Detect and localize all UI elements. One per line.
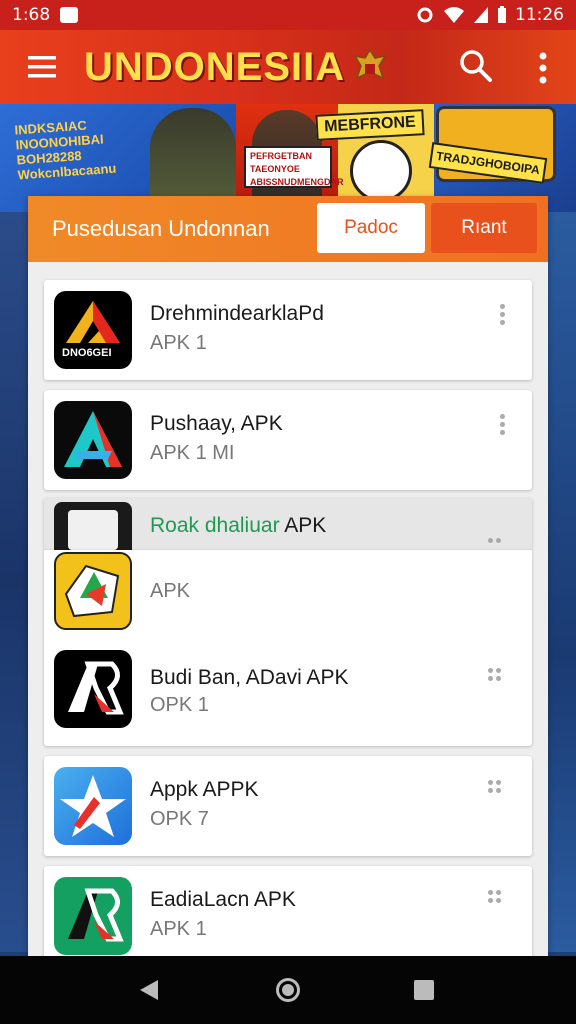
app-version: APK 1 [150, 918, 207, 940]
ar-logo-icon [68, 888, 124, 942]
panel-header: Pusedusan Undonnan Padoc Rıant [28, 196, 548, 262]
app-name: DrehmindearklaPd [150, 302, 324, 325]
status-time: 1:68 [12, 5, 51, 25]
wifi-icon [444, 7, 464, 23]
app-version: APK 1 [150, 332, 207, 354]
app-icon [54, 650, 132, 728]
app-list-item[interactable]: DNO6GEI DrehmindearklaPd APK 1 [44, 280, 532, 380]
app-icon-screen [68, 510, 118, 550]
star-logo-icon [60, 775, 126, 837]
app-list-item[interactable]: Budi Ban, ADavi APK OPK 1 [44, 646, 532, 746]
triangle-logo-icon [64, 411, 122, 467]
panel-title: Pusedusan Undonnan [52, 216, 270, 241]
app-version: APK 1 MI [150, 442, 235, 464]
app-name: Pushaay, APK [150, 412, 283, 435]
banner-left-text: INDKSAIAC INOONOHIBAI BOH28288 Wokcnlbac… [14, 117, 117, 183]
overflow-menu-button[interactable] [528, 50, 558, 86]
app-list-item[interactable]: EadiaLacn APK APK 1 [44, 866, 532, 966]
drag-handle-icon[interactable] [488, 780, 504, 796]
app-list-item[interactable]: Appk APPK OPK 7 [44, 756, 532, 856]
app-name-suffix: APK [284, 514, 327, 537]
drag-handle-icon[interactable] [488, 668, 504, 684]
more-vert-icon [539, 52, 547, 84]
app-bar: UNDONESIIA [0, 30, 576, 104]
app-icon [54, 877, 132, 955]
ar-logo-icon [68, 661, 124, 715]
app-list-item[interactable]: Pushaay, APK APK 1 MI [44, 390, 532, 490]
app-icon [54, 401, 132, 479]
back-icon[interactable] [140, 980, 158, 1000]
status-bar: 1:68 11:26 [0, 0, 576, 30]
search-button[interactable] [458, 48, 494, 84]
drag-handle-icon[interactable] [488, 890, 504, 906]
home-icon[interactable] [276, 978, 300, 1002]
item-more-icon[interactable] [497, 414, 507, 436]
app-icon [54, 552, 132, 630]
app-icon [54, 502, 132, 550]
garuda-emblem-icon [353, 48, 387, 80]
app-version: APK [150, 580, 191, 602]
background-art-right [548, 212, 576, 952]
app-name: Appk APPK [150, 778, 259, 801]
settings-icon [417, 7, 433, 23]
app-icon: DNO6GEI [54, 291, 132, 369]
app-name: EadiaLacn APK [150, 888, 296, 911]
primary-action-button[interactable]: Padoc [317, 203, 425, 253]
hamburger-icon [28, 56, 56, 78]
app-name: Roak dhaliuar APK [150, 514, 326, 538]
notification-icon [60, 7, 79, 23]
search-icon [460, 50, 492, 82]
app-name: Budi Ban, ADavi APK [150, 666, 349, 689]
recent-apps-icon[interactable] [414, 980, 434, 1000]
banner-caption: PEFRGETBAN TAEONYOE ABISSNUDMENGDAR [244, 146, 344, 188]
app-icon [54, 767, 132, 845]
app-list-item[interactable]: APK [44, 550, 532, 642]
app-name-highlight: Roak dhaliuar [150, 514, 280, 537]
secondary-action-button[interactable]: Rıant [431, 203, 537, 253]
abstract-logo-icon [64, 564, 120, 618]
item-more-icon[interactable] [497, 304, 507, 326]
app-icon-label: DNO6GEI [62, 347, 112, 359]
status-time-right: 11:26 [515, 5, 564, 25]
app-version: OPK 1 [150, 694, 209, 716]
app-title: UNDONESIIA [84, 44, 346, 89]
app-list-item[interactable]: Roak dhaliuar APK [44, 498, 532, 550]
signal-icon [474, 7, 488, 23]
status-icons: 11:26 [415, 5, 564, 25]
banner-portrait-circle [350, 140, 412, 202]
menu-button[interactable] [0, 30, 84, 104]
battery-icon [498, 6, 506, 23]
app-version: OPK 7 [150, 808, 209, 830]
app-list-panel: Pusedusan Undonnan Padoc Rıant DNO6GEI D… [28, 196, 548, 966]
app-list-item-group: APK Budi Ban, ADavi APK OPK 1 [44, 550, 532, 746]
system-nav-bar [0, 956, 576, 1024]
